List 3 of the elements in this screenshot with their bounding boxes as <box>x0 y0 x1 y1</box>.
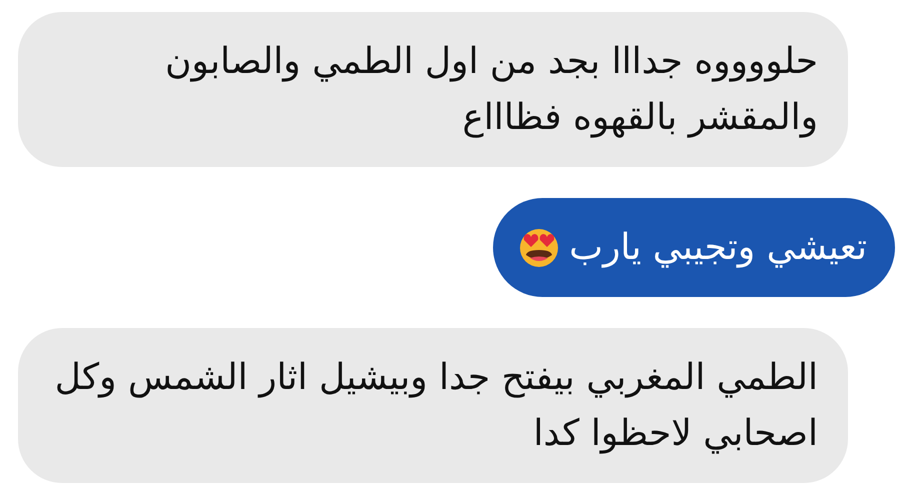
message-text: حلووووه جدااا بجد من اول الطمي والصابون والمقشر بالقهوه فظاااع <box>165 40 818 140</box>
message-text: تعيشي وتجيبي يارب <box>569 226 867 270</box>
message-text: الطمي المغربي بيفتح جدا وبيشيل اثار الشمس وكل اصحابي لاحظوا كدا <box>54 356 818 456</box>
